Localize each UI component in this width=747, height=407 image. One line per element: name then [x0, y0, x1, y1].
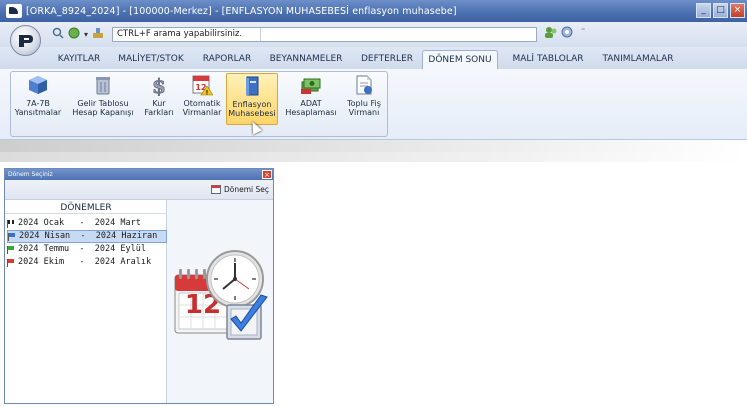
period-separator: - — [70, 231, 96, 241]
button-label-line1: ADAT — [300, 99, 322, 108]
money-icon — [300, 74, 322, 96]
title-bar: [ORKA_8924_2024] - [100000-Merkez] - [EN… — [0, 0, 747, 22]
tab-kayitlar[interactable]: KAYITLAR — [52, 50, 106, 69]
app-menu-button[interactable] — [10, 25, 41, 56]
calendar-warning-icon: 12! — [191, 74, 214, 97]
period-row[interactable]: 2024 Ocak - 2024 Mart — [7, 217, 167, 230]
button-label-line1: Toplu Fiş — [347, 99, 381, 108]
button-label-line2: Virmanlar — [182, 108, 222, 117]
tab-donem-sonu[interactable]: DÖNEM SONU — [422, 50, 498, 69]
button-label-line1: 7A-7B — [26, 99, 50, 108]
calendar-clock-check-icon: 12 — [169, 243, 273, 353]
maximize-button[interactable]: □ — [713, 3, 728, 18]
customize-arrow-icon[interactable]: ⁼ — [581, 26, 585, 42]
dollar-icon: $ — [148, 74, 170, 99]
red-flag-icon — [7, 259, 15, 267]
period-separator: - — [69, 218, 95, 228]
search-users-icon[interactable] — [52, 27, 64, 42]
period-list-header: DÖNEMLER — [5, 200, 167, 214]
period-separator: - — [69, 257, 95, 267]
button-label-line2: Hesap Kapanışı — [72, 108, 134, 117]
close-button[interactable]: × — [730, 3, 745, 18]
tab-defterler[interactable]: DEFTERLER — [358, 50, 416, 69]
svg-text:!: ! — [206, 90, 209, 97]
app-logo-icon — [6, 4, 22, 18]
window-title: [ORKA_8924_2024] - [100000-Merkez] - [EN… — [26, 5, 457, 17]
button-label-line1: Otomatik — [183, 99, 221, 108]
svg-text:$: $ — [152, 74, 166, 96]
period-select-dialog: Dönem Seçiniz × Dönemi Seç DÖNEMLER 2024… — [4, 168, 274, 404]
period-start: 2024 Ocak — [18, 218, 70, 228]
period-start: 2024 Ekim — [18, 257, 70, 267]
period-end: 2024 Aralık — [94, 257, 152, 267]
yansitmalar-button[interactable]: 7A-7B Yansıtmalar — [13, 73, 63, 127]
period-row[interactable]: 2024 Ekim - 2024 Aralık — [7, 256, 167, 269]
period-end: 2024 Eylül — [94, 244, 146, 254]
user-settings-icon[interactable] — [561, 26, 575, 42]
trash-bin-icon — [92, 74, 114, 96]
dialog-title: Dönem Seçiniz — [5, 169, 273, 180]
select-period-label: Dönemi Seç — [223, 185, 269, 194]
button-label-line2: Farkları — [144, 108, 174, 117]
green-status-icon[interactable] — [68, 27, 80, 42]
gelir-tablosu-button[interactable]: Gelir Tablosu Hesap Kapanışı — [70, 73, 136, 127]
button-label-line1: Gelir Tablosu — [77, 99, 129, 108]
adat-hesaplamasi-button[interactable]: ADAT Hesaplaması — [284, 73, 338, 127]
tab-raporlar[interactable]: RAPORLAR — [199, 50, 255, 69]
document-icon — [353, 74, 375, 96]
app-menu-icon — [18, 34, 33, 47]
button-label-line1: Kur — [152, 99, 166, 108]
tools-icon[interactable] — [92, 27, 104, 42]
blue-flag-icon — [8, 233, 16, 241]
select-period-button[interactable]: Dönemi Seç — [210, 185, 269, 194]
period-end: 2024 Haziran — [95, 231, 158, 241]
select-period-icon — [210, 185, 221, 194]
button-label-line2: Hesaplaması — [285, 108, 337, 117]
book-icon — [241, 75, 263, 97]
users-icon[interactable] — [544, 26, 558, 42]
period-row[interactable]: 2024 Nisan - 2024 Haziran — [7, 230, 167, 243]
period-row[interactable]: 2024 Temmu - 2024 Eylül — [7, 243, 167, 256]
checkered-flag-icon — [7, 220, 15, 228]
button-label-line2: Muhasebesi — [228, 109, 276, 118]
background-stripe — [0, 140, 747, 152]
search-input[interactable]: CTRL+F arama yapabilirsiniz. — [112, 27, 537, 42]
button-label-line1: Enflasyon — [232, 100, 272, 109]
period-start: 2024 Temmu — [18, 244, 70, 254]
enflasyon-muhasebesi-button[interactable]: Enflasyon Muhasebesi — [226, 73, 278, 125]
button-label-line2: Yansıtmalar — [14, 108, 62, 117]
dropdown-arrow-icon[interactable]: ▾ — [84, 30, 88, 39]
period-separator: - — [69, 244, 95, 254]
quick-access-icons: ▾ — [52, 27, 104, 42]
period-list: DÖNEMLER 2024 Ocak - 2024 Mart 2024 Nisa… — [5, 200, 167, 403]
tab-tanimlamalar[interactable]: TANIMLAMALAR — [598, 50, 678, 69]
dialog-close-button[interactable]: × — [262, 170, 272, 179]
minimize-button[interactable]: _ — [696, 3, 711, 18]
quick-access-right-icons: ⁼ — [544, 26, 585, 42]
cube-icon — [27, 74, 49, 96]
period-start: 2024 Nisan — [19, 231, 71, 241]
tab-maliyet-stok[interactable]: MALİYET/STOK — [116, 50, 186, 69]
button-label-line2: Virmanı — [348, 108, 380, 117]
kur-farklari-button[interactable]: $ Kur Farkları — [140, 73, 178, 127]
green-flag-icon — [7, 246, 15, 254]
toplu-fis-virmani-button[interactable]: Toplu Fiş Virmanı — [340, 73, 388, 127]
background-stripe — [0, 152, 747, 162]
tab-beyannameler[interactable]: BEYANNAMELER — [266, 50, 346, 69]
otomatik-virmanlar-button[interactable]: 12! Otomatik Virmanlar — [180, 73, 224, 127]
period-end: 2024 Mart — [94, 218, 141, 228]
tab-mali-tablolar[interactable]: MALİ TABLOLAR — [508, 50, 588, 69]
search-label: CTRL+F arama yapabilirsiniz. — [113, 28, 261, 41]
